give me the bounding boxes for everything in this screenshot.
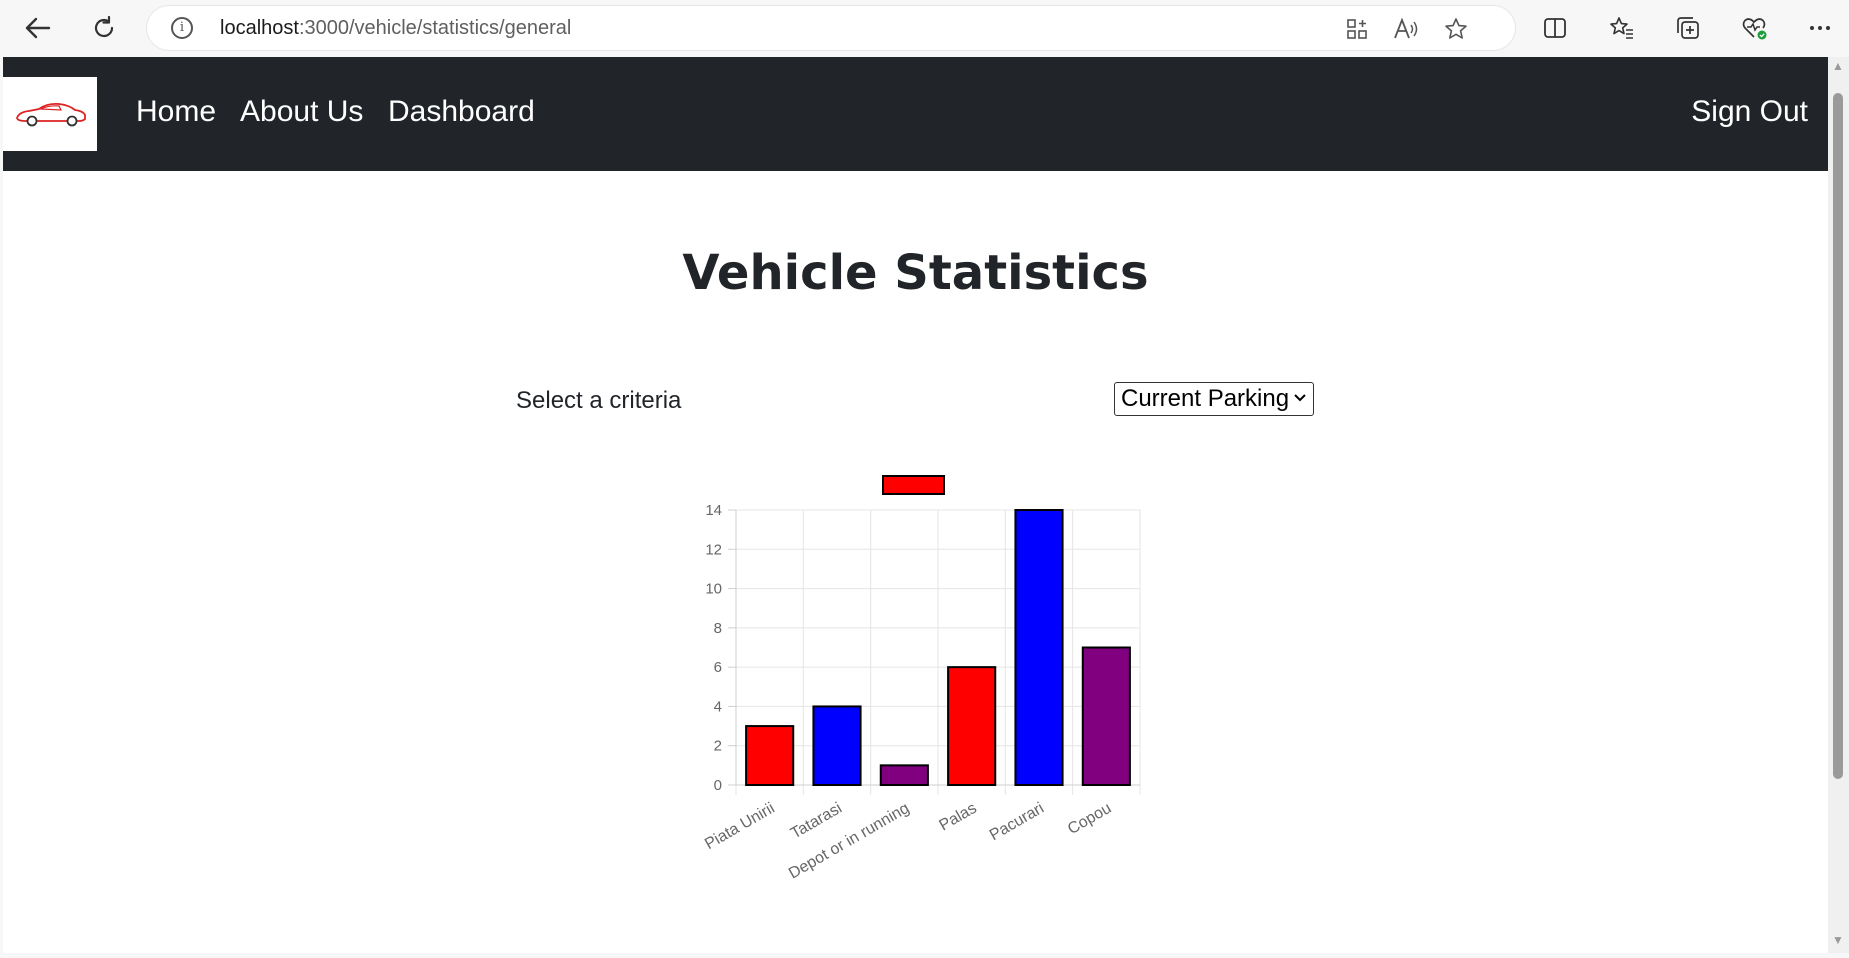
bar-palas <box>947 666 997 787</box>
bar-tatarasi <box>812 705 862 787</box>
y-tick-label: 8 <box>714 620 722 637</box>
reload-icon[interactable] <box>86 10 122 46</box>
x-tick-label: Copou <box>1065 800 1114 838</box>
bar-pacurari <box>1014 509 1064 786</box>
scroll-up-icon[interactable]: ▲ <box>1832 59 1844 73</box>
y-tick-label: 6 <box>714 659 722 676</box>
vertical-scrollbar[interactable]: ▲ ▼ <box>1828 57 1849 953</box>
bar-copou <box>1081 646 1131 786</box>
collections-icon[interactable] <box>1671 10 1705 46</box>
y-tick-label: 14 <box>705 502 722 519</box>
page-viewport: Home About Us Dashboard Sign Out Vehicle… <box>3 57 1828 953</box>
url-text: localhost:3000/vehicle/statistics/genera… <box>220 17 571 40</box>
site-info-icon[interactable]: i <box>171 17 193 39</box>
y-tick-label: 4 <box>714 698 722 715</box>
scroll-thumb[interactable] <box>1833 93 1843 779</box>
y-tick-label: 12 <box>705 541 722 558</box>
legend-swatch <box>882 475 945 495</box>
read-aloud-icon[interactable] <box>1391 14 1421 44</box>
url-host: localhost <box>220 17 299 39</box>
bar-piata-unirii <box>745 725 795 786</box>
y-tick-label: 10 <box>705 581 722 598</box>
y-tick-label: 0 <box>714 777 722 794</box>
back-icon[interactable] <box>20 10 56 46</box>
bar-depot-or-in-running <box>879 764 929 786</box>
favorites-icon[interactable] <box>1605 10 1639 46</box>
x-tick-label: Pacurari <box>987 800 1047 845</box>
x-tick-label: Tatarasi <box>788 800 845 843</box>
scroll-down-icon[interactable]: ▼ <box>1832 933 1844 947</box>
x-tick-label: Piata Unirii <box>702 800 777 853</box>
y-tick-label: 2 <box>714 738 722 755</box>
split-screen-icon[interactable] <box>1538 10 1572 46</box>
address-bar[interactable]: i localhost:3000/vehicle/statistics/gene… <box>147 6 1515 50</box>
url-path: :3000/vehicle/statistics/general <box>298 17 572 39</box>
more-options-icon[interactable] <box>1803 10 1837 46</box>
favorite-star-icon[interactable] <box>1441 14 1471 44</box>
browser-essentials-icon[interactable] <box>1738 10 1772 46</box>
x-tick-label: Depot or in running <box>786 800 912 883</box>
app-available-icon[interactable] <box>1342 14 1372 44</box>
x-tick-label: Palas <box>936 800 979 835</box>
bar-chart: 0 2 4 6 8 10 12 14 Piata Unirii TatarasiDepot or … <box>702 475 1141 883</box>
browser-toolbar: i localhost:3000/vehicle/statistics/gene… <box>0 0 1849 56</box>
